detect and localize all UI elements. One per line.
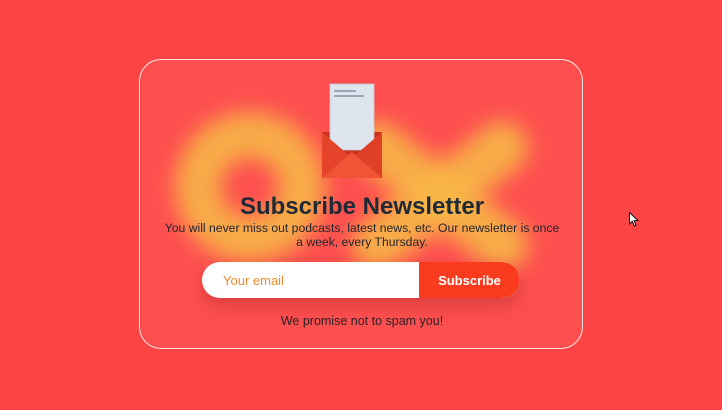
page-title: Subscribe Newsletter — [239, 193, 485, 220]
envelope-letter-icon — [322, 83, 382, 178]
subscribe-form: Subscribe — [202, 262, 520, 298]
email-input[interactable] — [202, 262, 419, 298]
subscribe-button[interactable]: Subscribe — [419, 262, 520, 298]
no-spam-note: We promise not to spam you! — [280, 314, 444, 328]
newsletter-card: Subscribe Newsletter You will never miss… — [139, 59, 583, 349]
newsletter-description: You will never miss out podcasts, latest… — [164, 221, 560, 249]
mouse-pointer-icon — [629, 212, 639, 227]
